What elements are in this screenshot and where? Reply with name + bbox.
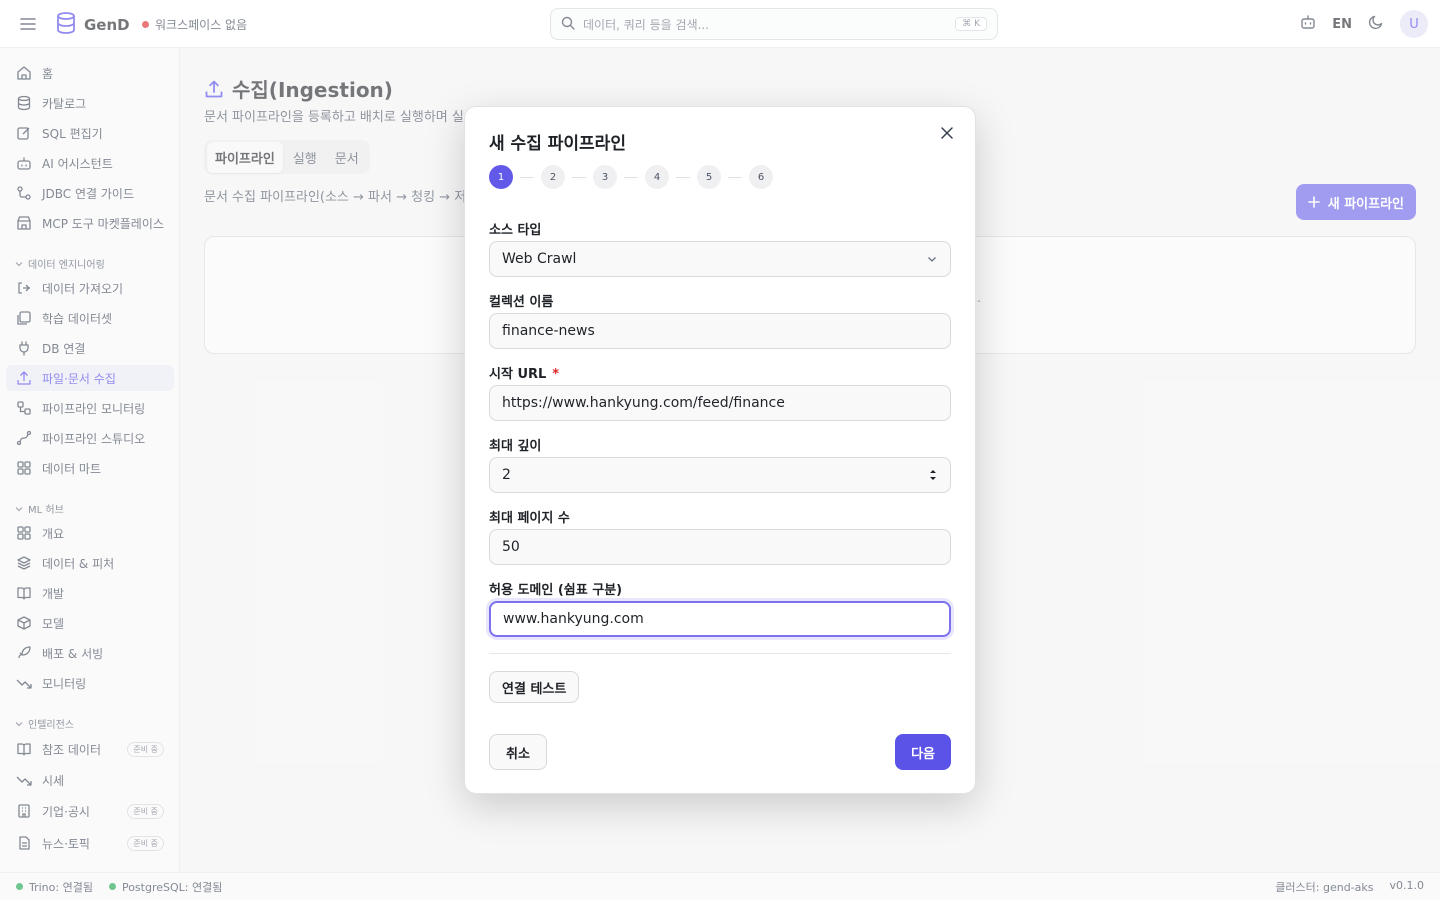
step-3: 3 bbox=[593, 165, 617, 189]
next-button[interactable]: 다음 bbox=[895, 734, 951, 770]
max-depth-stepper[interactable]: 2 bbox=[489, 457, 951, 493]
start-url-value: https://www.hankyung.com/feed/finance bbox=[502, 395, 785, 411]
close-icon[interactable] bbox=[937, 123, 957, 143]
allowed-domains-value: www.hankyung.com bbox=[503, 611, 644, 627]
allowed-domains-input[interactable]: www.hankyung.com bbox=[489, 601, 951, 637]
step-connector bbox=[572, 177, 586, 178]
start-url-input[interactable]: https://www.hankyung.com/feed/finance bbox=[489, 385, 951, 421]
cancel-button[interactable]: 취소 bbox=[489, 734, 547, 770]
step-5: 5 bbox=[697, 165, 721, 189]
source-type-label: 소스 타입 bbox=[489, 223, 542, 238]
step-connector bbox=[624, 177, 638, 178]
divider bbox=[489, 653, 951, 654]
step-connector bbox=[728, 177, 742, 178]
max-pages-label: 최대 페이지 수 bbox=[489, 511, 570, 526]
max-depth-value: 2 bbox=[502, 467, 511, 483]
new-pipeline-dialog: 새 수집 파이프라인 1 2 3 4 5 6 소스 타입 Web Crawl 컬… bbox=[464, 106, 976, 794]
required-marker: * bbox=[552, 367, 560, 382]
collection-name-input[interactable]: finance-news bbox=[489, 313, 951, 349]
step-6: 6 bbox=[749, 165, 773, 189]
start-url-label: 시작 URL * bbox=[489, 363, 559, 382]
collection-name-value: finance-news bbox=[502, 323, 595, 339]
source-type-value: Web Crawl bbox=[502, 251, 577, 267]
step-connector bbox=[676, 177, 690, 178]
start-url-label-text: 시작 URL bbox=[489, 367, 547, 382]
step-4: 4 bbox=[645, 165, 669, 189]
step-1: 1 bbox=[489, 165, 513, 189]
allowed-domains-label: 허용 도메인 (쉼표 구분) bbox=[489, 583, 623, 598]
max-pages-input[interactable]: 50 bbox=[489, 529, 951, 565]
test-connection-button[interactable]: 연결 테스트 bbox=[489, 671, 580, 703]
collection-name-label: 컬렉션 이름 bbox=[489, 295, 554, 310]
spinner-arrows-icon[interactable] bbox=[928, 468, 938, 482]
chevron-down-icon bbox=[926, 253, 938, 265]
max-depth-label: 최대 깊이 bbox=[489, 439, 542, 454]
step-2: 2 bbox=[541, 165, 565, 189]
step-connector bbox=[520, 177, 534, 178]
source-type-select[interactable]: Web Crawl bbox=[489, 241, 951, 277]
dialog-title: 새 수집 파이프라인 bbox=[489, 134, 626, 154]
max-pages-value: 50 bbox=[502, 539, 520, 555]
